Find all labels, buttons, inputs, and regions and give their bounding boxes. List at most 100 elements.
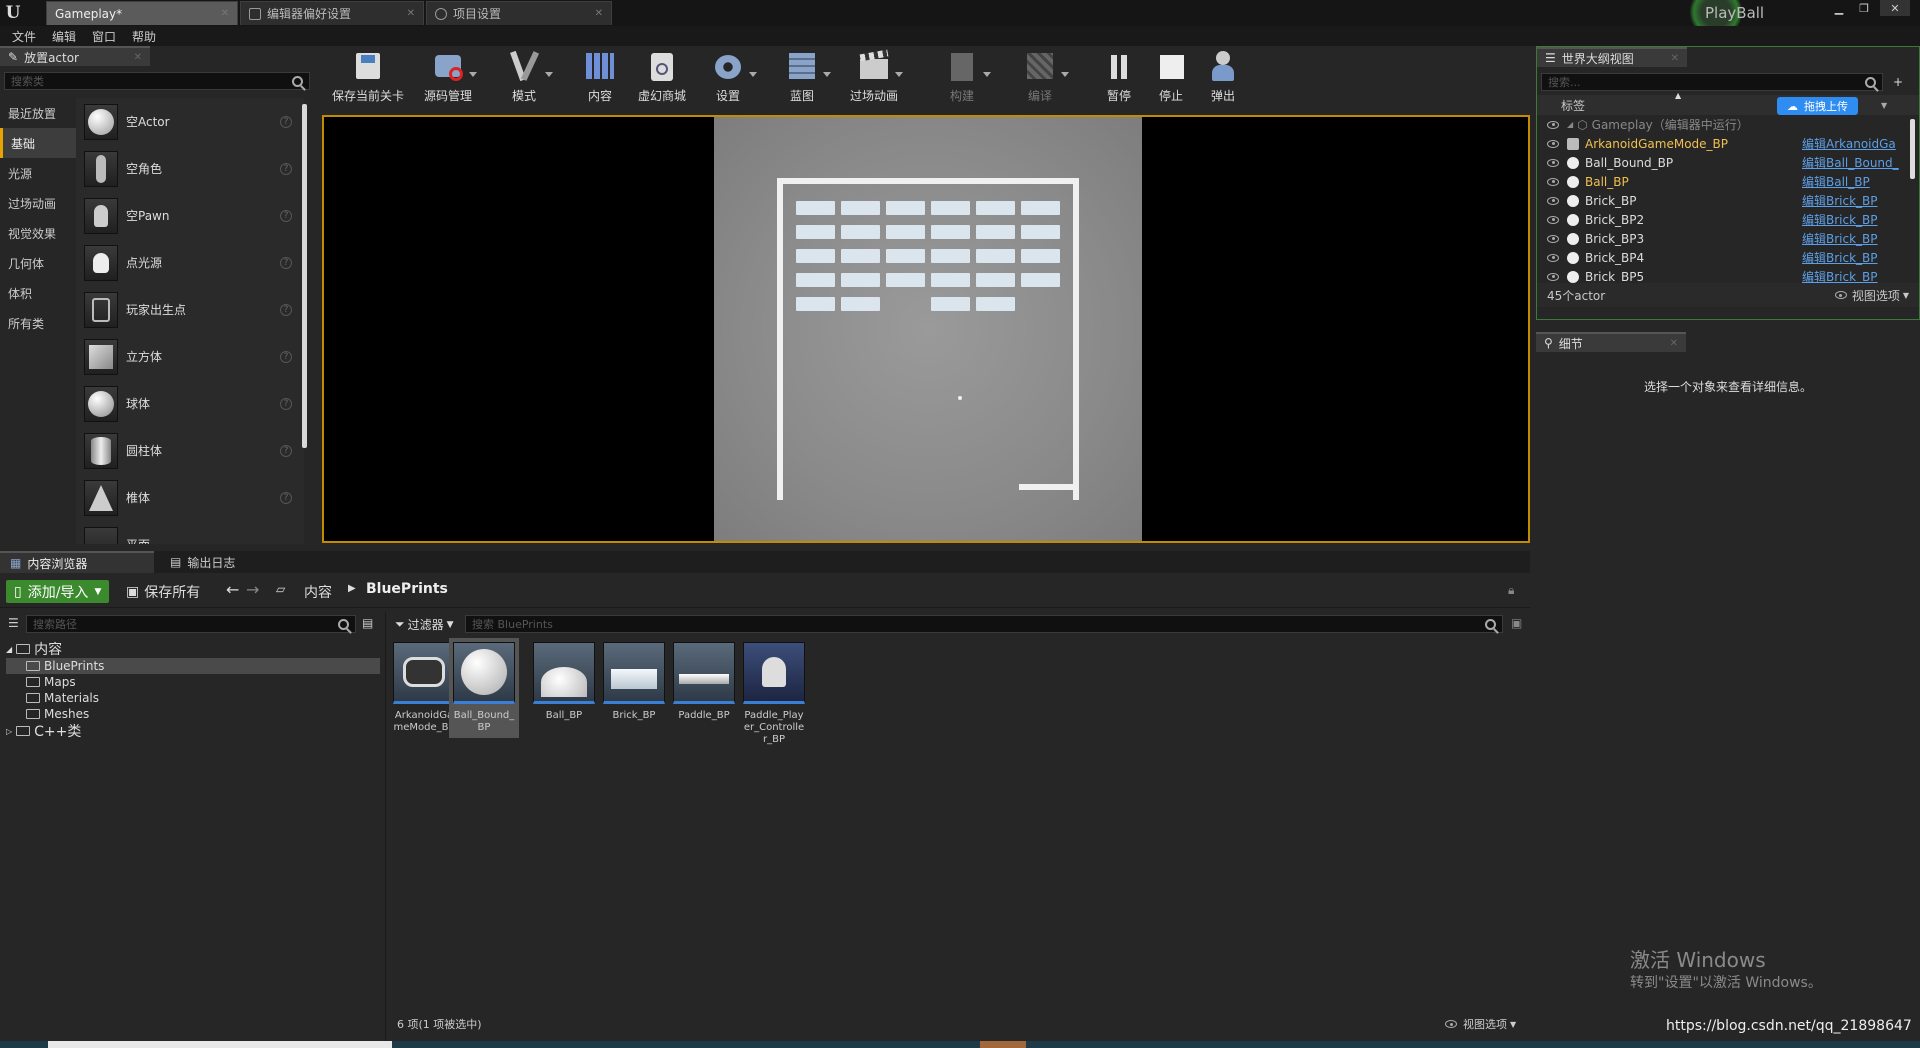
column-label-header[interactable]: 标签	[1561, 97, 1585, 114]
path-search-input[interactable]: 搜索路径	[26, 615, 356, 633]
outliner-root[interactable]: ◢ ⬡ Gameplay（编辑器中运行）	[1537, 115, 1919, 134]
save-search-icon[interactable]: ▣	[1511, 616, 1522, 630]
help-icon[interactable]: ?	[280, 256, 292, 269]
eye-icon[interactable]	[1547, 215, 1559, 224]
eye-icon[interactable]	[1547, 177, 1559, 186]
maximize-icon[interactable]: ❐	[1853, 0, 1875, 16]
menu-edit[interactable]: 编辑	[52, 28, 76, 45]
help-icon[interactable]: ?	[280, 491, 292, 504]
close-window-icon[interactable]: ✕	[1880, 0, 1910, 16]
category-lights[interactable]: 光源	[0, 158, 76, 188]
close-icon[interactable]: ✕	[595, 8, 603, 19]
list-view-icon[interactable]: ▤	[362, 616, 373, 630]
outliner-row[interactable]: Ball_BP 编辑Ball_BP	[1537, 172, 1919, 191]
actor-item-player-start[interactable]: 玩家出生点?	[76, 286, 304, 333]
eye-icon[interactable]	[1547, 158, 1559, 167]
breadcrumb-blueprints[interactable]: BluePrints	[366, 581, 448, 597]
category-cinematic[interactable]: 过场动画	[0, 188, 76, 218]
back-arrow-icon[interactable]: ←	[226, 580, 239, 599]
menu-window[interactable]: 窗口	[92, 28, 116, 45]
eject-button[interactable]: 弹出	[1198, 48, 1248, 108]
category-geometry[interactable]: 几何体	[0, 248, 76, 278]
add-import-button[interactable]: ▯ 添加/导入 ▼	[6, 580, 110, 603]
level-viewport[interactable]	[322, 115, 1530, 543]
tree-root-cpp[interactable]: ▷ C++类	[6, 722, 380, 740]
upload-badge[interactable]: ☁ 拖拽上传	[1777, 97, 1858, 115]
class-search-input[interactable]: 搜索类	[4, 72, 310, 90]
actor-item-empty-character[interactable]: 空角色?	[76, 145, 304, 192]
tree-item-meshes[interactable]: Meshes	[6, 706, 380, 722]
tab-output-log[interactable]: ▤ 输出日志	[160, 551, 310, 573]
sources-toggle-icon[interactable]: ☰	[8, 616, 19, 630]
add-folder-icon[interactable]: +	[1893, 75, 1903, 89]
tree-root-content[interactable]: ◢ 内容	[6, 640, 380, 658]
search-icon[interactable]	[292, 75, 303, 87]
outliner-row[interactable]: Brick_BP2 编辑Brick_BP	[1537, 210, 1919, 229]
eye-icon[interactable]	[1547, 272, 1559, 281]
asset-paddle-player-controller[interactable]: Paddle_Player_Controller_BP	[743, 642, 805, 746]
actor-item-cone[interactable]: 椎体?	[76, 474, 304, 521]
content-button[interactable]: 内容	[570, 48, 630, 108]
close-icon[interactable]: ✕	[1671, 53, 1679, 64]
settings-button[interactable]: 设置	[698, 48, 758, 108]
lock-icon[interactable]: 🔒︎	[1508, 583, 1514, 598]
help-icon[interactable]: ?	[280, 209, 292, 222]
marketplace-button[interactable]: 虚幻商城	[626, 48, 698, 108]
outliner-row[interactable]: Brick_BP 编辑Brick_BP	[1537, 191, 1919, 210]
folder-open-icon[interactable]: ▱	[276, 582, 285, 596]
eye-icon[interactable]	[1547, 253, 1559, 262]
help-icon[interactable]: ?	[280, 303, 292, 316]
taskbar-active-app[interactable]	[980, 1041, 1026, 1048]
outliner-row-link[interactable]: 编辑Ball_BP	[1802, 173, 1870, 190]
tree-item-maps[interactable]: Maps	[6, 674, 380, 690]
asset-brick[interactable]: Brick_BP	[603, 642, 665, 722]
help-icon[interactable]: ?	[280, 162, 292, 175]
category-volumes[interactable]: 体积	[0, 278, 76, 308]
asset-arkanoid-gamemode[interactable]: ArkanoidGameMode_BP	[393, 642, 455, 734]
world-outliner-tab[interactable]: ☰ 世界大纲视图 ✕	[1537, 47, 1687, 67]
help-icon[interactable]: ?	[280, 350, 292, 363]
minimize-icon[interactable]: ▁	[1828, 0, 1850, 16]
help-icon[interactable]: ?	[280, 444, 292, 457]
close-icon[interactable]: ✕	[407, 8, 415, 19]
place-actor-tab[interactable]: ✎ 放置actor ✕	[0, 46, 150, 66]
help-icon[interactable]: ?	[280, 397, 292, 410]
eye-icon[interactable]	[1547, 196, 1559, 205]
search-icon[interactable]	[338, 618, 349, 630]
outliner-row-link[interactable]: 编辑Brick_BP	[1802, 192, 1878, 209]
forward-arrow-icon[interactable]: →	[246, 580, 259, 599]
asset-ball[interactable]: Ball_BP	[533, 642, 595, 722]
search-icon[interactable]	[1485, 618, 1496, 630]
tab-editor-preferences[interactable]: 编辑器偏好设置 ✕	[240, 1, 424, 25]
actor-item-empty-actor[interactable]: 空Actor?	[76, 98, 304, 145]
stop-button[interactable]: 停止	[1146, 48, 1196, 108]
outliner-row[interactable]: ArkanoidGameMode_BP 编辑ArkanoidGa	[1537, 134, 1919, 153]
taskbar-search-box[interactable]	[48, 1041, 392, 1048]
source-control-button[interactable]: 源码管理	[412, 48, 484, 108]
save-all-button[interactable]: ▣ 保存所有	[126, 582, 200, 602]
outliner-row-link[interactable]: 编辑Brick_BP	[1802, 211, 1878, 228]
asset-ball-bound-selected[interactable]: Ball_Bound_BP	[449, 638, 519, 738]
actor-list-scrollbar[interactable]	[302, 104, 307, 448]
actor-item-sphere[interactable]: 球体?	[76, 380, 304, 427]
actor-item-cylinder[interactable]: 圆柱体?	[76, 427, 304, 474]
details-tab[interactable]: ⚲ 细节 ✕	[1536, 332, 1686, 352]
actor-item-empty-pawn[interactable]: 空Pawn?	[76, 192, 304, 239]
eye-icon[interactable]	[1547, 120, 1559, 129]
search-icon[interactable]	[1865, 76, 1876, 88]
close-icon[interactable]: ✕	[221, 8, 229, 19]
pause-button[interactable]: 暂停	[1094, 48, 1144, 108]
menu-file[interactable]: 文件	[12, 28, 36, 45]
eye-icon[interactable]	[1547, 139, 1559, 148]
breadcrumb-content[interactable]: 内容	[304, 582, 332, 602]
outliner-row-link[interactable]: 编辑Brick_BP	[1802, 249, 1878, 266]
help-icon[interactable]: ?	[280, 115, 292, 128]
actor-item-cube[interactable]: 立方体?	[76, 333, 304, 380]
actor-item-point-light[interactable]: 点光源?	[76, 239, 304, 286]
category-recent[interactable]: 最近放置	[0, 98, 76, 128]
tree-item-blueprints[interactable]: BluePrints	[6, 658, 380, 674]
outliner-row[interactable]: Ball_Bound_BP 编辑Ball_Bound_	[1537, 153, 1919, 172]
blueprints-button[interactable]: 蓝图	[772, 48, 832, 108]
tree-item-materials[interactable]: Materials	[6, 690, 380, 706]
close-icon[interactable]: ✕	[1670, 338, 1678, 349]
